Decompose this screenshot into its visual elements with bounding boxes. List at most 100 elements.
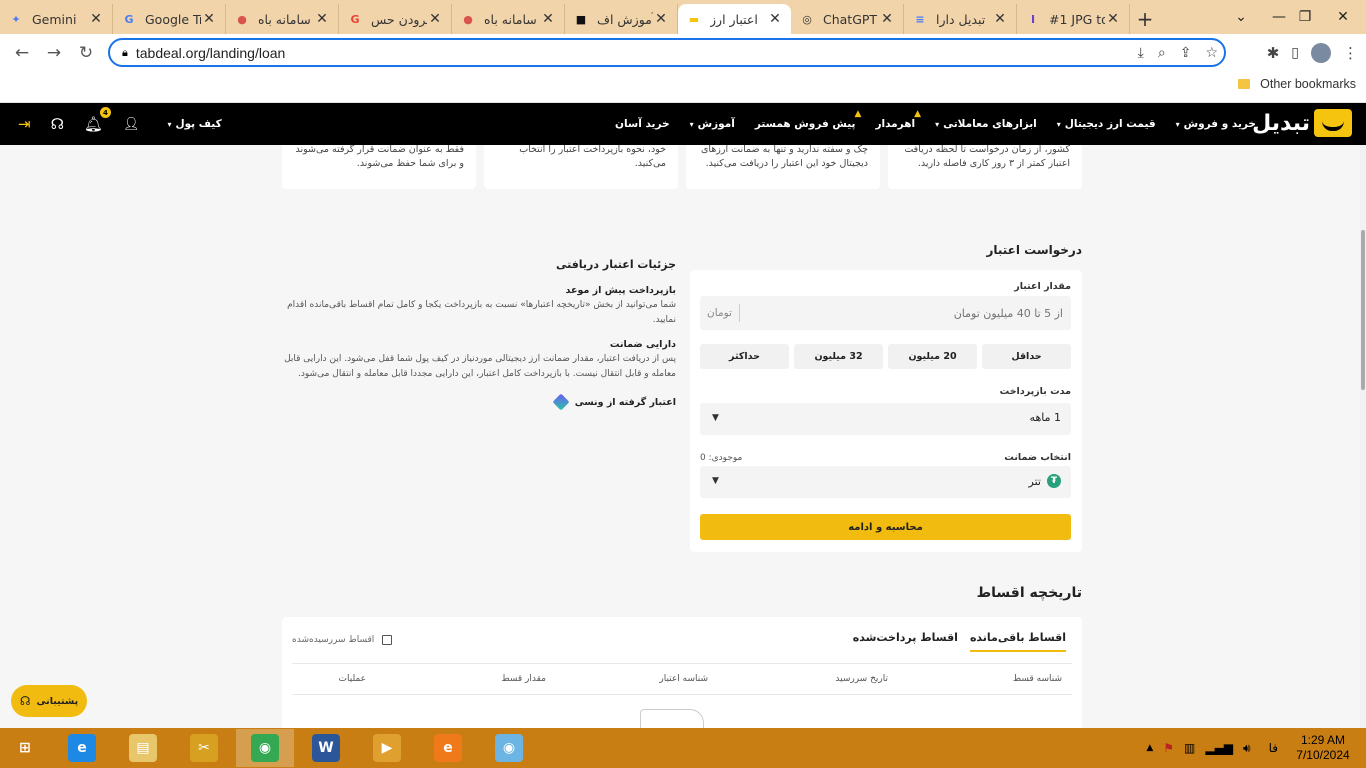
- back-button[interactable]: ←: [6, 37, 38, 69]
- eye-app-taskbar-button[interactable]: ◉: [480, 729, 538, 767]
- close-icon[interactable]: ✕: [767, 11, 783, 27]
- forward-button[interactable]: →: [38, 37, 70, 69]
- flag-icon[interactable]: ⚑: [1163, 741, 1174, 755]
- close-icon[interactable]: ✕: [88, 11, 104, 27]
- media-player-taskbar-button[interactable]: ▶: [358, 729, 416, 767]
- close-icon[interactable]: ✕: [992, 11, 1008, 27]
- network-icon[interactable]: ▥: [1184, 741, 1195, 755]
- quick-amount-button[interactable]: حداقل: [982, 344, 1071, 369]
- close-icon[interactable]: ✕: [201, 11, 217, 27]
- user-icon[interactable]: 👤︎: [123, 117, 140, 132]
- close-icon[interactable]: ✕: [314, 11, 330, 27]
- nav-label: خرید آسان: [615, 118, 670, 130]
- windows-start-taskbar-button[interactable]: ⊞: [0, 729, 50, 767]
- other-bookmarks[interactable]: Other bookmarks: [1238, 77, 1356, 91]
- collateral-select[interactable]: ₮ تتر ▼: [700, 466, 1071, 498]
- internet-explorer-taskbar-button[interactable]: e: [53, 729, 111, 767]
- media-player-icon: ▶: [373, 734, 401, 762]
- app-icon: ■: [575, 12, 587, 26]
- column-header: شناسه اعتبار: [659, 674, 708, 684]
- browser-tab[interactable]: ● سامانه باه ✕: [226, 4, 339, 34]
- language-indicator[interactable]: فا: [1269, 741, 1278, 755]
- amount-input[interactable]: [743, 296, 1063, 330]
- overdue-filter[interactable]: اقساط سررسیده‌شده: [292, 635, 393, 645]
- clock[interactable]: 1:29 AM 7/10/2024: [1288, 733, 1358, 763]
- system-tray: ▲ ⚑ ▥ ▂▄▆ 🔊︎ فا 1:29 AM 7/10/2024: [1146, 728, 1358, 768]
- nav-label: خرید و فروش: [1183, 118, 1256, 130]
- nav-item[interactable]: اهرمدار ▲: [875, 109, 921, 130]
- close-icon[interactable]: ✕: [653, 11, 669, 27]
- nav-item[interactable]: آموزش ▾: [690, 118, 735, 130]
- folder-icon: [1238, 79, 1251, 89]
- signal-icon[interactable]: ▂▄▆: [1205, 741, 1233, 755]
- duration-select[interactable]: 1 ماهه ▼: [700, 403, 1071, 435]
- quick-amount-button[interactable]: 32 میلیون: [794, 344, 883, 369]
- table-header: شناسه قسط تاریخ سررسید شناسه اعتبار مقدا…: [292, 663, 1072, 695]
- browser-tab[interactable]: ≡ تبدیل دارا ✕: [904, 4, 1017, 34]
- nav-label: پیش فروش همستر: [754, 118, 856, 130]
- bell-icon[interactable]: 🔔︎ 4: [84, 107, 111, 133]
- calculate-continue-button[interactable]: محاسبه و ادامه: [700, 514, 1071, 540]
- volume-icon[interactable]: 🔊︎: [1243, 741, 1251, 756]
- nav-item[interactable]: پیش فروش همستر ▲: [754, 109, 862, 130]
- nav-item[interactable]: قیمت ارز دیجیتال ▾: [1057, 118, 1156, 130]
- duration-value: 1 ماهه: [1029, 411, 1061, 424]
- browser-tab[interactable]: G فرودن حس ✕: [339, 4, 452, 34]
- emblem-icon: ●: [237, 12, 247, 26]
- zoom-icon[interactable]: ⌕: [1158, 45, 1166, 61]
- bookmark-star-icon[interactable]: ☆: [1205, 45, 1218, 61]
- scroll-thumb[interactable]: [1361, 230, 1365, 390]
- tabdeal-logo[interactable]: تبدیل: [1252, 109, 1352, 137]
- close-icon[interactable]: ✕: [427, 11, 443, 27]
- profile-avatar[interactable]: [1311, 42, 1331, 63]
- clock-date: 7/10/2024: [1296, 748, 1350, 762]
- tray-expand-icon[interactable]: ▲: [1146, 743, 1153, 753]
- quick-amount-button[interactable]: 20 میلیون: [888, 344, 977, 369]
- messenger-taskbar-button[interactable]: e: [419, 729, 477, 767]
- nav-item[interactable]: خرید و فروش ▾: [1176, 118, 1256, 130]
- browser-tab-strip: ✦ Gemini ✕ G Google Tr ✕ ● سامانه باه ✕ G فرودن حس…: [0, 0, 1366, 34]
- close-window-button[interactable]: ✕: [1320, 0, 1366, 34]
- address-bar[interactable]: 🔒︎ tabdeal.org/landing/loan ⤓ ⌕ ⇪ ☆: [108, 38, 1226, 67]
- login-icon[interactable]: ⇥: [18, 115, 31, 133]
- browser-tab[interactable]: ▬ اعتبار ارز ✕: [678, 4, 791, 34]
- wallet-menu[interactable]: ▾ کیف پول: [167, 118, 221, 130]
- browser-tab[interactable]: I #1 JPG to ✕: [1017, 4, 1130, 34]
- install-icon[interactable]: ⤓: [1138, 45, 1144, 61]
- eye-app-icon: ◉: [495, 734, 523, 762]
- chrome-taskbar-button[interactable]: ◉: [236, 729, 294, 767]
- nav-item[interactable]: ابزارهای معاملاتی ▾: [935, 118, 1037, 130]
- file-explorer-taskbar-button[interactable]: ▤: [114, 729, 172, 767]
- menu-icon[interactable]: ⋮: [1343, 44, 1358, 62]
- word-taskbar-button[interactable]: W: [297, 729, 355, 767]
- close-icon[interactable]: ✕: [1105, 11, 1121, 27]
- support-button[interactable]: پشتیبانی ☊: [11, 685, 87, 717]
- amount-field[interactable]: تومان: [700, 296, 1071, 330]
- reload-button[interactable]: ↻: [70, 37, 102, 69]
- browser-tab[interactable]: ◎ ChatGPT ✕: [791, 4, 904, 34]
- amount-label: مقدار اعتبار: [1014, 281, 1071, 292]
- close-icon[interactable]: ✕: [540, 11, 556, 27]
- new-tab-button[interactable]: +: [1130, 4, 1160, 34]
- share-icon[interactable]: ⇪: [1180, 45, 1192, 61]
- tab-remaining-installments[interactable]: اقساط باقی‌مانده: [969, 631, 1066, 652]
- headset-icon[interactable]: ☊: [51, 115, 64, 133]
- extensions-icon[interactable]: ✱: [1267, 44, 1280, 62]
- side-panel-icon[interactable]: ▯: [1291, 45, 1299, 61]
- tab-list: ✦ Gemini ✕ G Google Tr ✕ ● سامانه باه ✕ G فرودن حس…: [0, 4, 1130, 34]
- overdue-checkbox[interactable]: [382, 635, 393, 645]
- browser-tab[interactable]: ■ آموزش اف ✕: [565, 4, 678, 34]
- tab-paid-installments[interactable]: اقساط پرداخت‌شده: [853, 631, 958, 652]
- nav-item[interactable]: خرید آسان: [615, 118, 670, 130]
- browser-tab[interactable]: G Google Tr ✕: [113, 4, 226, 34]
- browser-tab[interactable]: ● سامانه باه ✕: [452, 4, 565, 34]
- collateral-name: تتر: [1028, 474, 1041, 488]
- browser-tab[interactable]: ✦ Gemini ✕: [0, 4, 113, 34]
- tools-taskbar-button[interactable]: ✂: [175, 729, 233, 767]
- close-icon[interactable]: ✕: [879, 11, 895, 27]
- vensi-credit-link[interactable]: اعتبار گرفته از ونسی: [284, 393, 676, 411]
- page-scrollbar[interactable]: [1360, 145, 1366, 728]
- detail-heading: دارایی ضمانت: [609, 339, 676, 350]
- tab-title: سامانه باه: [258, 11, 311, 27]
- quick-amount-button[interactable]: حداکثر: [700, 344, 789, 369]
